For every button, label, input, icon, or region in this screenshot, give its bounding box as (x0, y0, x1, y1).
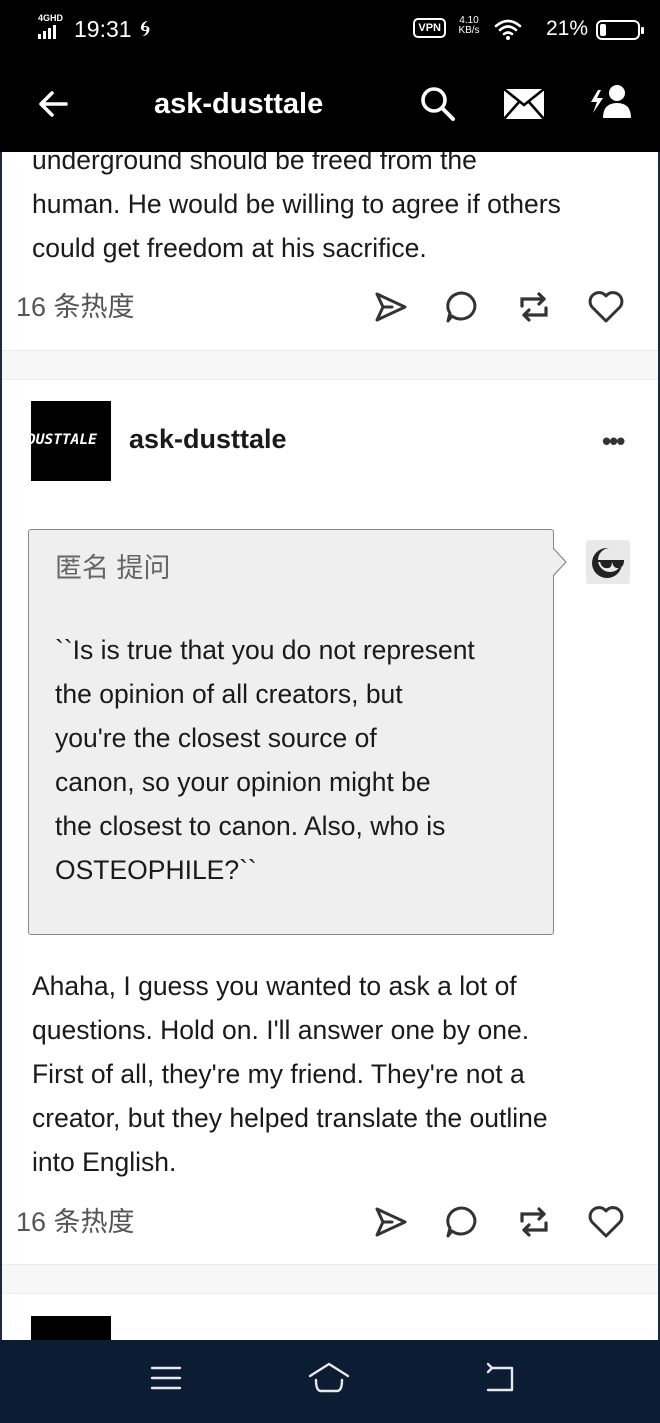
clock: 19:31 (74, 16, 132, 42)
vpn-badge: VPN (413, 18, 446, 38)
comment-icon[interactable] (440, 285, 484, 329)
question-line: you're the closest source of (55, 723, 377, 753)
battery-icon (596, 20, 644, 40)
anonymous-avatar-icon (586, 540, 630, 584)
question-line: the opinion of all creators, but (55, 679, 403, 709)
ask-question: ``Is is true that you do not represent t… (55, 628, 535, 892)
post-separator (0, 1264, 660, 1294)
ask-bubble: 匿名 提问 ``Is is true that you do not repre… (28, 529, 554, 935)
back-nav-icon[interactable] (478, 1358, 522, 1398)
previous-post-text: underground should be freed from the hum… (32, 138, 632, 270)
heart-icon[interactable] (584, 285, 628, 329)
back-arrow-icon[interactable] (34, 84, 74, 124)
previous-post-notes[interactable]: 16 条热度 (16, 291, 135, 323)
previous-post-line-1: human. He would be willing to agree if o… (32, 189, 561, 219)
follow-icon[interactable] (588, 82, 632, 124)
post-separator (0, 350, 660, 380)
ask-label: 匿名 提问 (55, 553, 171, 583)
post-actions (360, 1200, 640, 1244)
more-options-icon[interactable]: ••• (602, 428, 625, 454)
reblog-icon[interactable] (512, 1200, 556, 1244)
search-icon[interactable] (418, 84, 458, 124)
answer-text: Ahaha, I guess you wanted to ask a lot o… (32, 964, 632, 1184)
question-line: the closest to canon. Also, who is (55, 811, 446, 841)
blog-header: ask-dusttale (0, 60, 660, 152)
answer-line: questions. Hold on. I'll answer one by o… (32, 1015, 530, 1045)
answer-line: creator, but they helped translate the o… (32, 1103, 548, 1133)
mail-icon[interactable] (502, 86, 546, 122)
previous-post-line-2: could get freedom at his sacrifice. (32, 233, 427, 263)
menu-icon[interactable] (144, 1358, 188, 1398)
app-frame: 4GHD 19:31 🌀︎ VPN 4.10 KB/s 21% ask-dustt… (0, 0, 660, 1423)
answer-line: into English. (32, 1147, 177, 1177)
send-icon[interactable] (368, 1200, 412, 1244)
send-icon[interactable] (368, 285, 412, 329)
question-line: canon, so your opinion might be (55, 767, 431, 797)
system-nav-bar (0, 1340, 660, 1423)
comment-icon[interactable] (440, 1200, 484, 1244)
home-icon[interactable] (307, 1358, 351, 1398)
app-notification-icon: 🌀︎ (140, 16, 151, 41)
ask-bubble-tail (550, 548, 567, 576)
wifi-icon (494, 19, 522, 40)
question-line: OSTEOPHILE?`` (55, 855, 257, 885)
signal-icon (38, 25, 56, 39)
network-type: 4GHD (38, 13, 64, 23)
post-notes[interactable]: 16 条热度 (16, 1206, 135, 1238)
status-bar: 4GHD 19:31 🌀︎ VPN 4.10 KB/s 21% (0, 0, 660, 60)
blog-title: ask-dusttale (154, 88, 324, 120)
heart-icon[interactable] (584, 1200, 628, 1244)
network-speed: 4.10 KB/s (454, 16, 484, 36)
question-line: ``Is is true that you do not represent (55, 635, 475, 665)
battery-percent: 21% (545, 17, 588, 40)
answer-line: Ahaha, I guess you wanted to ask a lot o… (32, 971, 517, 1001)
post-blog-name[interactable]: ask-dusttale (129, 422, 287, 456)
speed-unit: KB/s (458, 25, 480, 36)
previous-post-actions (360, 285, 640, 329)
blog-avatar[interactable]: DUSTTALE (31, 401, 111, 481)
reblog-icon[interactable] (512, 285, 556, 329)
avatar-logo-text: DUSTTALE (31, 432, 97, 448)
answer-line: First of all, they're my friend. They're… (32, 1059, 525, 1089)
